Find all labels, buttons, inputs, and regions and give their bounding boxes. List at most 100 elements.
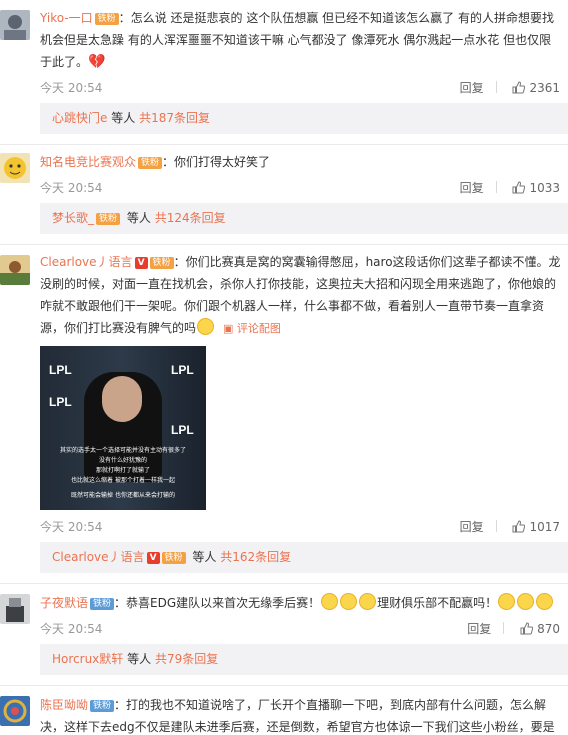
svg-text:LPL: LPL <box>49 395 72 409</box>
video-subtitle: 既然可能会输掉 也你还都从来会打输的 <box>71 492 175 499</box>
comment-image-link[interactable]: ▣ 评论配图 <box>223 322 281 335</box>
comment-meta: 今天 20:54 回复 870 <box>40 614 568 644</box>
svg-text:LPL: LPL <box>171 363 194 377</box>
comment-image[interactable]: LPL LPL LPL LPL 其实的选手太一个选择可能并没有主动有很多了 没有什么… <box>40 346 206 510</box>
emoji-icon <box>359 593 377 610</box>
sub-reply-count[interactable]: 共79条回复 <box>155 652 218 666</box>
sub-replies[interactable]: 梦长歌_ 铁粉 等人 共124条回复 <box>40 203 568 234</box>
sub-reply-user[interactable]: Clearlove丿语言 <box>52 550 145 564</box>
comment-text: 你们打得太好笑了 <box>174 155 271 169</box>
avatar-image <box>0 255 30 285</box>
sub-replies[interactable]: Clearlove丿语言 V 铁粉 等人 共162条回复 <box>40 542 568 573</box>
emoji-icon <box>340 593 358 610</box>
sub-reply-count[interactable]: 共124条回复 <box>155 211 226 225</box>
like-button[interactable]: 870 <box>520 622 560 636</box>
lpl-logo: LPL LPL <box>171 363 194 437</box>
emoji-icon <box>197 318 215 335</box>
verified-icon: V <box>134 257 148 269</box>
emoji-icon <box>498 593 516 610</box>
svg-text:LPL: LPL <box>171 423 194 437</box>
comment-item: 陈臣呦呦 铁粉 ：打的我也不知道说啥了，厂长开个直播聊一下吧，到底内部有什么问题，怎… <box>0 686 568 735</box>
thumbs-up-icon <box>512 520 526 533</box>
comment-item: Yiko-一口 铁粉 ：怎么说 还是挺悲哀的 这个队伍想赢 但已经不知道该怎么赢了 … <box>0 0 568 145</box>
sub-reply-count[interactable]: 共187条回复 <box>139 111 210 125</box>
like-button[interactable]: 2361 <box>512 81 560 95</box>
comment-username[interactable]: Yiko-一口 <box>40 11 93 25</box>
emoji-icon <box>517 593 535 610</box>
comment-actions: 回复 1017 <box>460 512 560 542</box>
fan-badge: 铁粉 <box>161 552 186 564</box>
fan-badge: 铁粉 <box>96 213 121 225</box>
comment-meta: 今天 20:54 回复 2361 <box>40 73 568 103</box>
sub-reply-count[interactable]: 共162条回复 <box>220 550 291 564</box>
comment-username[interactable]: Clearlove丿语言 <box>40 255 133 269</box>
comment-actions: 回复 1033 <box>460 173 560 203</box>
fan-badge: 铁粉 <box>138 157 163 169</box>
fan-badge: 铁粉 <box>90 700 115 712</box>
thumbs-up-icon <box>512 181 526 194</box>
comment-username[interactable]: 子夜默语 <box>40 596 88 610</box>
avatar[interactable] <box>0 10 30 40</box>
thumbs-up-icon <box>512 81 526 94</box>
comment-content: Yiko-一口 铁粉 ：怎么说 还是挺悲哀的 这个队伍想赢 但已经不知道该怎么赢了 … <box>40 11 554 70</box>
like-count: 1017 <box>529 520 560 534</box>
sub-reply-suffix: 等人 <box>127 652 152 666</box>
avatar-image <box>0 696 30 726</box>
reply-button[interactable]: 回复 <box>460 181 484 195</box>
like-count: 2361 <box>529 81 560 95</box>
emoji-icon <box>536 593 554 610</box>
avatar[interactable] <box>0 153 30 183</box>
fan-badge: 铁粉 <box>149 257 174 269</box>
like-count: 870 <box>537 622 560 636</box>
comment-meta: 今天 20:54 回复 1017 <box>40 512 568 542</box>
avatar-image <box>0 10 30 40</box>
comment-content: Clearlove丿语言 V 铁粉 ：你们比赛真是窝的窝囊输得憋屈，haro这段话你们… <box>40 255 561 335</box>
broken-heart-icon: 💔 <box>88 54 106 70</box>
comment-content: 陈臣呦呦 铁粉 ：打的我也不知道说啥了，厂长开个直播聊一下吧，到底内部有什么问题，怎… <box>40 694 568 735</box>
comment-item: 子夜默语 铁粉 ：恭喜EDG建队以来首次无缘季后赛！ 理财俱乐部不配赢吗！ 今天 20… <box>0 584 568 686</box>
svg-text:LPL: LPL <box>49 363 72 377</box>
avatar-image <box>0 594 30 624</box>
comment-actions: 回复 2361 <box>460 73 560 103</box>
reply-button[interactable]: 回复 <box>460 81 484 95</box>
video-subtitle: 其实的选手太一个选择可能并没有主动有很多了 <box>59 447 186 454</box>
avatar[interactable] <box>0 255 30 285</box>
comment-username[interactable]: 陈臣呦呦 <box>40 698 88 712</box>
comment-content: 知名电竞比赛观众 铁粉 ：你们打得太好笑了 <box>40 155 271 169</box>
comment-username[interactable]: 知名电竞比赛观众 <box>40 155 136 169</box>
avatar-image <box>0 153 30 183</box>
like-count: 1033 <box>529 181 560 195</box>
video-subtitle: 那就打啊打了就输了 <box>95 467 150 474</box>
emoji-icon <box>321 593 339 610</box>
video-subtitle: 也比就这么缩着 被那个打着一样我一起 <box>71 477 175 484</box>
sub-reply-user[interactable]: Horcrux默轩 <box>52 652 123 666</box>
sub-reply-user[interactable]: 梦长歌_ <box>52 211 94 225</box>
like-button[interactable]: 1017 <box>512 520 560 534</box>
comment-text: 理财俱乐部不配赢吗！ <box>377 596 498 610</box>
verified-icon: V <box>146 552 160 564</box>
comment-time: 今天 20:54 <box>40 622 103 636</box>
sub-replies[interactable]: 心跳快门e 等人 共187条回复 <box>40 103 568 134</box>
thumbs-up-icon <box>520 622 534 635</box>
fan-badge: 铁粉 <box>90 598 115 610</box>
sub-replies[interactable]: Horcrux默轩 等人 共79条回复 <box>40 644 568 675</box>
sub-reply-suffix: 等人 <box>192 550 217 564</box>
comment-text: 恭喜EDG建队以来首次无缘季后赛！ <box>126 596 321 610</box>
avatar[interactable] <box>0 594 30 624</box>
lpl-logo: LPL LPL <box>49 363 72 409</box>
reply-button[interactable]: 回复 <box>467 622 491 636</box>
comment-meta: 今天 20:54 回复 1033 <box>40 173 568 203</box>
avatar[interactable] <box>0 696 30 726</box>
reply-button[interactable]: 回复 <box>460 520 484 534</box>
sub-reply-user[interactable]: 心跳快门e <box>52 111 107 125</box>
video-subtitle: 没有什么好犹豫的 <box>98 457 147 464</box>
comment-feed: Yiko-一口 铁粉 ：怎么说 还是挺悲哀的 这个队伍想赢 但已经不知道该怎么赢了 … <box>0 0 568 735</box>
comment-item: 知名电竞比赛观众 铁粉 ：你们打得太好笑了 今天 20:54 回复 1033 梦长歌… <box>0 145 568 245</box>
comment-item: Clearlove丿语言 V 铁粉 ：你们比赛真是窝的窝囊输得憋屈，haro这段话你们… <box>0 245 568 584</box>
comment-content: 子夜默语 铁粉 ：恭喜EDG建队以来首次无缘季后赛！ 理财俱乐部不配赢吗！ <box>40 592 568 614</box>
comment-actions: 回复 870 <box>467 614 560 644</box>
fan-badge: 铁粉 <box>94 13 119 25</box>
sub-reply-suffix: 等人 <box>111 111 136 125</box>
comment-time: 今天 20:54 <box>40 81 103 95</box>
like-button[interactable]: 1033 <box>512 181 560 195</box>
